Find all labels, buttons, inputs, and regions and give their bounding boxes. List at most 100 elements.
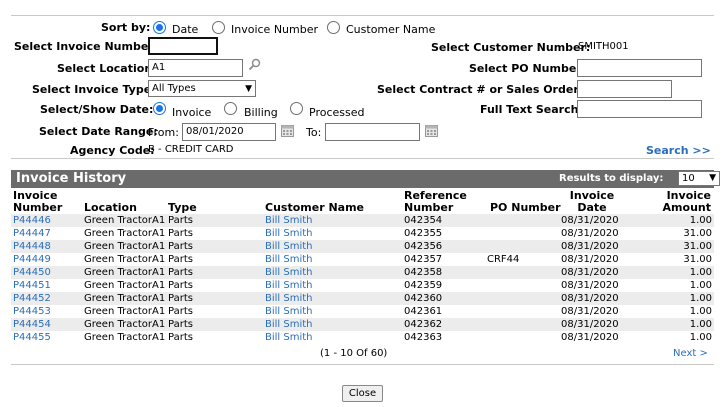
close-button[interactable]: Close <box>342 385 383 402</box>
agency-code-label: Agency Code: <box>70 144 155 157</box>
show-date-processed-radio[interactable] <box>290 102 303 115</box>
sort-invoice-number-label: Invoice Number <box>231 23 319 36</box>
from-label: From: <box>148 126 179 139</box>
to-date-input[interactable] <box>325 123 420 141</box>
cell-type: Parts <box>168 215 193 226</box>
sort-customer-name-label: Customer Name <box>346 23 436 36</box>
table-row: P44453 Green TractorA1 Parts Bill Smith 0423… <box>11 305 714 318</box>
show-date-processed-label: Processed <box>309 106 365 119</box>
cell-invoice-number[interactable]: P44454 <box>13 318 51 331</box>
cell-reference-number: 042357 <box>404 254 443 265</box>
cell-reference-number: 042362 <box>404 319 443 330</box>
sort-customer-name-radio[interactable] <box>327 21 340 34</box>
chevron-down-icon: ▼ <box>709 173 716 183</box>
cell-reference-number: 042361 <box>404 306 443 317</box>
col-header-invoice-amount[interactable]: Invoice Amount <box>650 190 711 214</box>
from-date-input[interactable]: 08/01/2020 <box>182 123 276 141</box>
cell-invoice-number[interactable]: P44453 <box>13 305 51 318</box>
cell-type: Parts <box>168 293 193 304</box>
cell-invoice-amount: 1.00 <box>689 332 712 343</box>
cell-location: Green TractorA1 <box>84 293 166 304</box>
col-header-reference-number[interactable]: Reference Number <box>404 190 467 214</box>
show-date-invoice-radio[interactable] <box>153 102 166 115</box>
po-number-input[interactable] <box>577 59 702 77</box>
invoice-type-value: All Types <box>152 83 196 94</box>
show-date-billing-radio[interactable] <box>224 102 237 115</box>
col-header-po-number[interactable]: PO Number <box>490 202 561 214</box>
cell-customer-name[interactable]: Bill Smith <box>265 331 313 344</box>
cell-reference-number: 042354 <box>404 215 443 226</box>
cell-location: Green TractorA1 <box>84 332 166 343</box>
customer-number-label: Select Customer Number: <box>431 41 591 54</box>
cell-customer-name[interactable]: Bill Smith <box>265 279 313 292</box>
cell-invoice-date: 08/31/2020 <box>561 280 619 291</box>
col-header-location[interactable]: Location <box>84 202 137 214</box>
magnifier-icon[interactable] <box>248 58 261 71</box>
col-header-type[interactable]: Type <box>168 202 197 214</box>
sort-date-label: Date <box>172 23 199 36</box>
cell-customer-name[interactable]: Bill Smith <box>265 292 313 305</box>
cell-reference-number: 042363 <box>404 332 443 343</box>
table-row: P44448 Green TractorA1 Parts Bill Smith 0423… <box>11 240 714 253</box>
cell-invoice-number[interactable]: P44451 <box>13 279 51 292</box>
cell-location: Green TractorA1 <box>84 280 166 291</box>
cell-location: Green TractorA1 <box>84 306 166 317</box>
cell-invoice-date: 08/31/2020 <box>561 241 619 252</box>
cell-customer-name[interactable]: Bill Smith <box>265 240 313 253</box>
col-header-line: Number <box>404 201 454 214</box>
cell-customer-name[interactable]: Bill Smith <box>265 305 313 318</box>
contract-input[interactable] <box>577 80 672 98</box>
cell-po-number: CRF44 <box>487 254 520 265</box>
table-row: P44455 Green TractorA1 Parts Bill Smith 0423… <box>11 331 714 344</box>
invoice-history-header: Invoice History Results to display: 10 ▼ <box>11 170 720 188</box>
cell-customer-name[interactable]: Bill Smith <box>265 253 313 266</box>
table-row: P44454 Green TractorA1 Parts Bill Smith 0423… <box>11 318 714 331</box>
show-date-billing-label: Billing <box>244 106 278 119</box>
cell-reference-number: 042358 <box>404 267 443 278</box>
col-header-invoice-number[interactable]: Invoice Number <box>13 190 62 214</box>
cell-invoice-number[interactable]: P44452 <box>13 292 51 305</box>
table-row: P44452 Green TractorA1 Parts Bill Smith 0423… <box>11 292 714 305</box>
cell-invoice-number[interactable]: P44449 <box>13 253 51 266</box>
sort-by-label: Sort by: <box>101 21 151 34</box>
cell-invoice-number[interactable]: P44455 <box>13 331 51 344</box>
cell-invoice-amount: 1.00 <box>689 215 712 226</box>
col-header-customer-name[interactable]: Customer Name <box>265 202 364 214</box>
results-to-display-value: 10 <box>682 173 695 184</box>
pagination-text: (1 - 10 Of 60) <box>320 348 388 359</box>
cell-invoice-number[interactable]: P44448 <box>13 240 51 253</box>
cell-invoice-number[interactable]: P44447 <box>13 227 51 240</box>
cell-customer-name[interactable]: Bill Smith <box>265 266 313 279</box>
next-page-link[interactable]: Next > <box>673 348 708 359</box>
cell-customer-name[interactable]: Bill Smith <box>265 318 313 331</box>
results-to-display-select[interactable]: 10 ▼ <box>678 171 720 186</box>
location-label: Select Location: <box>57 62 157 75</box>
calendar-icon[interactable] <box>425 124 438 137</box>
invoice-type-select[interactable]: All Types ▼ <box>148 80 256 97</box>
invoice-number-label: Select Invoice Number: <box>14 40 159 53</box>
cell-location: Green TractorA1 <box>84 241 166 252</box>
po-number-label: Select PO Number: <box>469 62 587 75</box>
cell-invoice-amount: 1.00 <box>689 319 712 330</box>
col-header-invoice-date[interactable]: Invoice Date <box>568 190 616 214</box>
cell-invoice-amount: 31.00 <box>683 228 712 239</box>
table-row: P44447 Green TractorA1 Parts Bill Smith 0423… <box>11 227 714 240</box>
cell-invoice-number[interactable]: P44446 <box>13 214 51 227</box>
cell-invoice-number[interactable]: P44450 <box>13 266 51 279</box>
invoice-number-input[interactable] <box>148 37 218 55</box>
cell-invoice-amount: 31.00 <box>683 241 712 252</box>
full-text-search-input[interactable] <box>577 100 702 118</box>
cell-invoice-date: 08/31/2020 <box>561 332 619 343</box>
cell-customer-name[interactable]: Bill Smith <box>265 227 313 240</box>
cell-reference-number: 042355 <box>404 228 443 239</box>
table-row: P44451 Green TractorA1 Parts Bill Smith 0423… <box>11 279 714 292</box>
sort-date-radio[interactable] <box>153 21 166 34</box>
sort-invoice-number-radio[interactable] <box>212 21 225 34</box>
search-link[interactable]: Search >> <box>646 144 711 157</box>
full-text-search-label: Full Text Search: <box>480 103 583 116</box>
cell-type: Parts <box>168 254 193 265</box>
location-input[interactable]: A1 <box>148 59 243 77</box>
cell-customer-name[interactable]: Bill Smith <box>265 214 313 227</box>
invoice-history-title: Invoice History <box>16 171 127 186</box>
calendar-icon[interactable] <box>281 124 294 137</box>
